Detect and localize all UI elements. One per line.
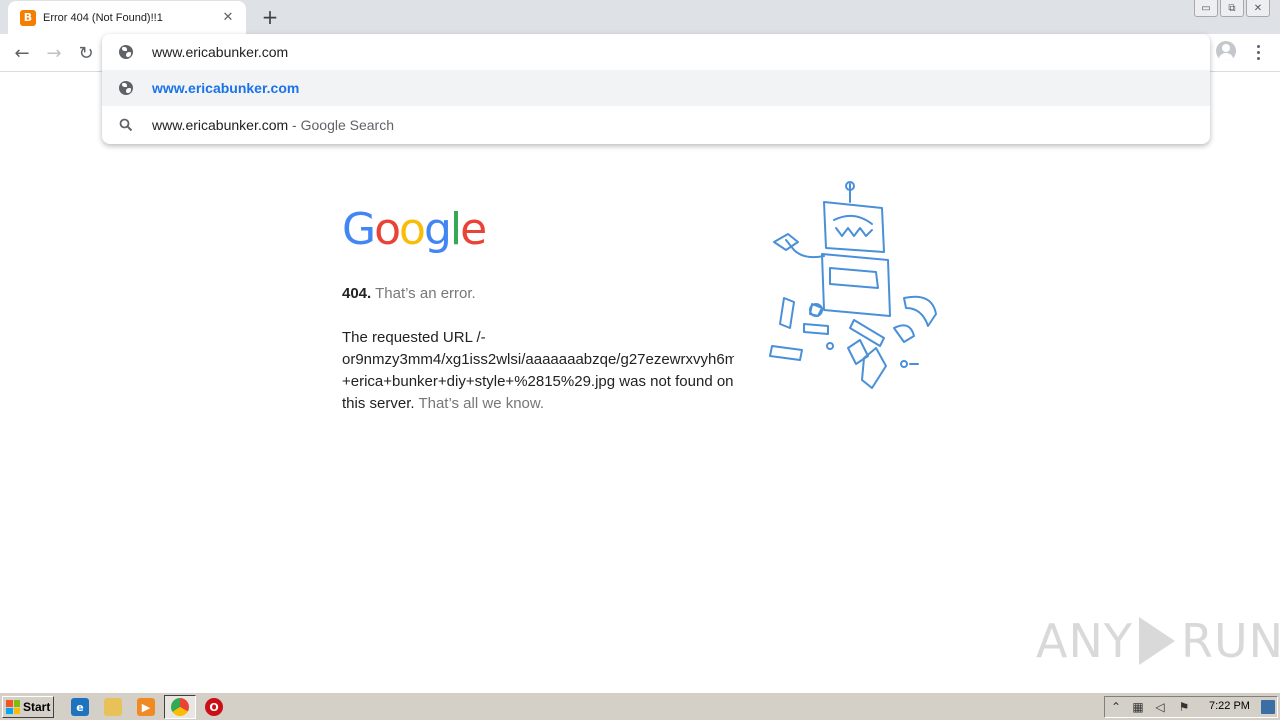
watermark-right: RUN (1180, 614, 1280, 668)
volume-icon[interactable]: ◁ (1153, 700, 1167, 714)
suggestion-item[interactable]: www.ericabunker.com (102, 70, 1210, 106)
suggestion-suffix: - Google Search (288, 117, 395, 133)
start-button[interactable]: Start (2, 696, 54, 718)
globe-icon (119, 45, 133, 59)
window-controls: ▭ ⧉ ✕ (1194, 0, 1270, 17)
tab-title: Error 404 (Not Found)!!1 (43, 11, 163, 24)
tab-close-icon[interactable]: ✕ (220, 10, 236, 26)
reload-button[interactable]: ↻ (73, 40, 99, 66)
logo-letter: g (423, 204, 452, 255)
new-tab-button[interactable]: + (258, 5, 282, 29)
suggestion-query: www.ericabunker.com (152, 117, 289, 133)
blogger-favicon-icon: B (20, 9, 36, 26)
globe-icon (119, 81, 133, 95)
windows-logo-icon (6, 700, 20, 714)
google-logo: Google (342, 205, 734, 257)
chrome-icon[interactable] (171, 698, 189, 716)
desc-line: +erica+bunker+diy+style+%2815%29.jpg was… (342, 373, 734, 390)
start-label: Start (23, 700, 51, 714)
taskbar: Start e ▶ O ⌃ ▦ ◁ ⚑ 7:22 PM (0, 692, 1280, 720)
address-input[interactable]: www.ericabunker.com (152, 44, 288, 60)
error-page-content: Google 404. That’s an error. The request… (342, 205, 734, 415)
suggestion-search: www.ericabunker.com - Google Search (152, 117, 394, 133)
logo-letter: G (342, 204, 376, 255)
error-code: 404. (342, 285, 372, 302)
action-center-flag-icon[interactable]: ⚑ (1177, 700, 1191, 714)
address-bar[interactable]: www.ericabunker.com (102, 34, 1210, 70)
browser-menu-button[interactable] (1248, 41, 1268, 63)
folder-icon[interactable] (104, 698, 122, 716)
restore-button[interactable]: ⧉ (1220, 0, 1244, 17)
omnibox-dropdown: www.ericabunker.com www.ericabunker.com … (102, 34, 1210, 144)
opera-icon[interactable]: O (205, 698, 223, 716)
profile-avatar-icon[interactable] (1216, 41, 1236, 61)
show-hidden-icons-icon[interactable]: ⌃ (1109, 700, 1123, 714)
error-heading: 404. That’s an error. (342, 283, 734, 305)
show-desktop-icon[interactable] (1261, 700, 1275, 714)
back-button[interactable]: ← (9, 40, 35, 66)
tab-strip: B Error 404 (Not Found)!!1 ✕ + ▭ ⧉ ✕ (0, 0, 1280, 34)
browser-tab[interactable]: B Error 404 (Not Found)!!1 ✕ (8, 1, 246, 34)
logo-letter: l (449, 204, 462, 255)
desc-line: The requested URL /- (342, 329, 486, 346)
media-player-icon[interactable]: ▶ (137, 698, 155, 716)
logo-letter: e (460, 204, 487, 255)
desc-server: this server. (342, 395, 415, 412)
desc-line: this server. That’s all we know. (342, 393, 734, 415)
desc-line: or9nmzy3mm4/xg1iss2wlsi/aaaaaaabzqe/g27e… (342, 351, 734, 368)
desc-all-we-know: That’s all we know. (418, 395, 545, 412)
search-icon (119, 118, 133, 132)
close-window-button[interactable]: ✕ (1246, 0, 1270, 17)
error-description: The requested URL /- or9nmzy3mm4/xg1iss2… (342, 327, 734, 415)
error-text: That’s an error. (375, 285, 476, 302)
clock[interactable]: 7:22 PM (1209, 700, 1250, 712)
watermark-left: ANY (1036, 614, 1133, 668)
minimize-button[interactable]: ▭ (1194, 0, 1218, 17)
suggestion-item[interactable]: www.ericabunker.com - Google Search (102, 107, 1210, 143)
suggestion-url: www.ericabunker.com (152, 80, 300, 96)
logo-letter: o (399, 204, 426, 255)
system-tray: ⌃ ▦ ◁ ⚑ 7:22 PM (1104, 696, 1278, 718)
internet-explorer-icon[interactable]: e (71, 698, 89, 716)
network-icon[interactable]: ▦ (1131, 700, 1145, 714)
anyrun-watermark: ANY RUN (1036, 606, 1280, 676)
logo-letter: o (374, 204, 401, 255)
forward-button[interactable]: → (41, 40, 67, 66)
play-icon (1138, 617, 1175, 665)
broken-robot-illustration (769, 181, 937, 389)
